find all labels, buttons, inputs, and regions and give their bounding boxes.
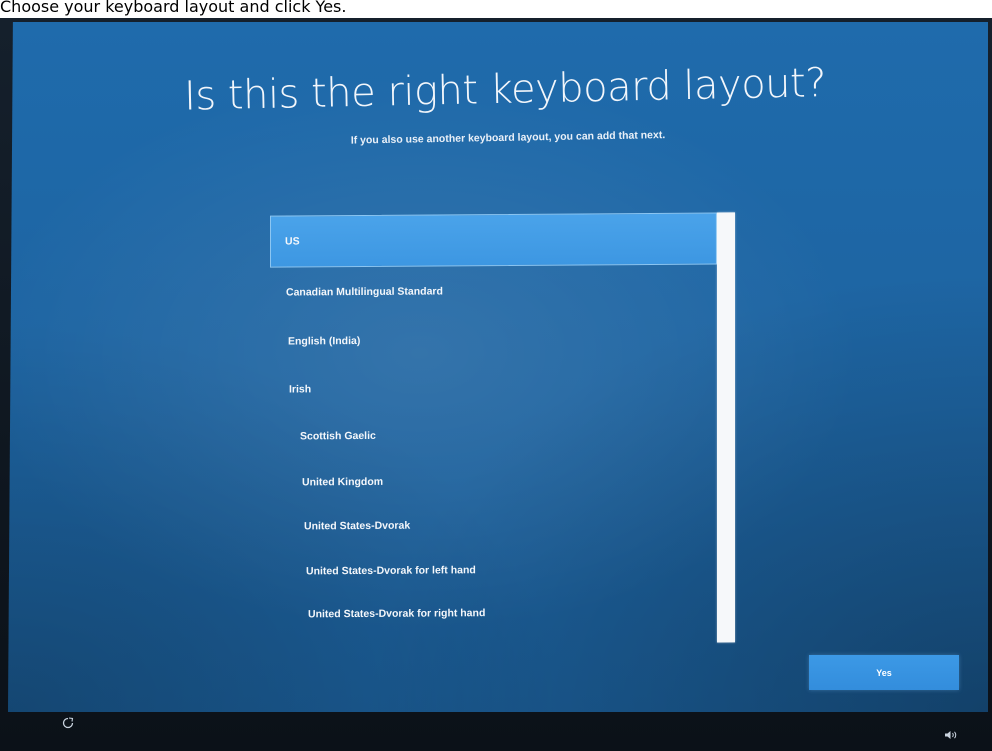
- layout-item-english-india[interactable]: English (India): [274, 315, 710, 366]
- layout-item-canadian-multilingual-standard[interactable]: Canadian Multilingual Standard: [272, 265, 712, 318]
- layout-item-label: United States-Dvorak: [304, 519, 411, 533]
- layout-item-scottish-gaelic[interactable]: Scottish Gaelic: [286, 410, 710, 461]
- volume-icon[interactable]: [944, 730, 958, 743]
- page: Choose your keyboard layout and click Ye…: [0, 0, 992, 751]
- layout-item-united-states-dvorak-right-hand[interactable]: United States-Dvorak for right hand: [294, 589, 710, 638]
- layout-item-united-states-dvorak[interactable]: United States-Dvorak: [290, 501, 710, 550]
- layout-item-label: Scottish Gaelic: [300, 429, 376, 443]
- instruction-caption: Choose your keyboard layout and click Ye…: [0, 0, 347, 16]
- volume-icon-glyph: [945, 731, 957, 739]
- ease-of-access-icon[interactable]: [62, 717, 74, 732]
- layout-item-united-states-dvorak-left-hand[interactable]: United States-Dvorak for left hand: [292, 546, 710, 595]
- layout-item-label: Canadian Multilingual Standard: [286, 285, 443, 299]
- setup-screen: Is this the right keyboard layout? If yo…: [8, 22, 988, 712]
- layout-item-irish[interactable]: Irish: [275, 363, 709, 414]
- keyboard-layout-list[interactable]: US Canadian Multilingual Standard Englis…: [270, 212, 717, 646]
- layout-item-label: United Kingdom: [302, 475, 384, 489]
- ease-of-access-icon-glyph: [62, 717, 74, 729]
- page-title: Is this the right keyboard layout?: [183, 60, 827, 120]
- layout-item-us[interactable]: US: [270, 212, 717, 268]
- layout-item-label: US: [285, 235, 300, 248]
- layout-item-label: Irish: [289, 383, 312, 396]
- list-scrollbar[interactable]: [717, 212, 735, 643]
- layout-item-label: United States-Dvorak for left hand: [306, 564, 476, 578]
- layout-item-label: United States-Dvorak for right hand: [308, 607, 486, 621]
- yes-button[interactable]: Yes: [809, 655, 959, 690]
- layout-item-label: English (India): [288, 334, 361, 348]
- layout-item-united-kingdom[interactable]: United Kingdom: [288, 457, 710, 506]
- keyboard-layout-list-container: US Canadian Multilingual Standard Englis…: [270, 212, 735, 645]
- page-subtitle: If you also use another keyboard layout,…: [350, 129, 666, 147]
